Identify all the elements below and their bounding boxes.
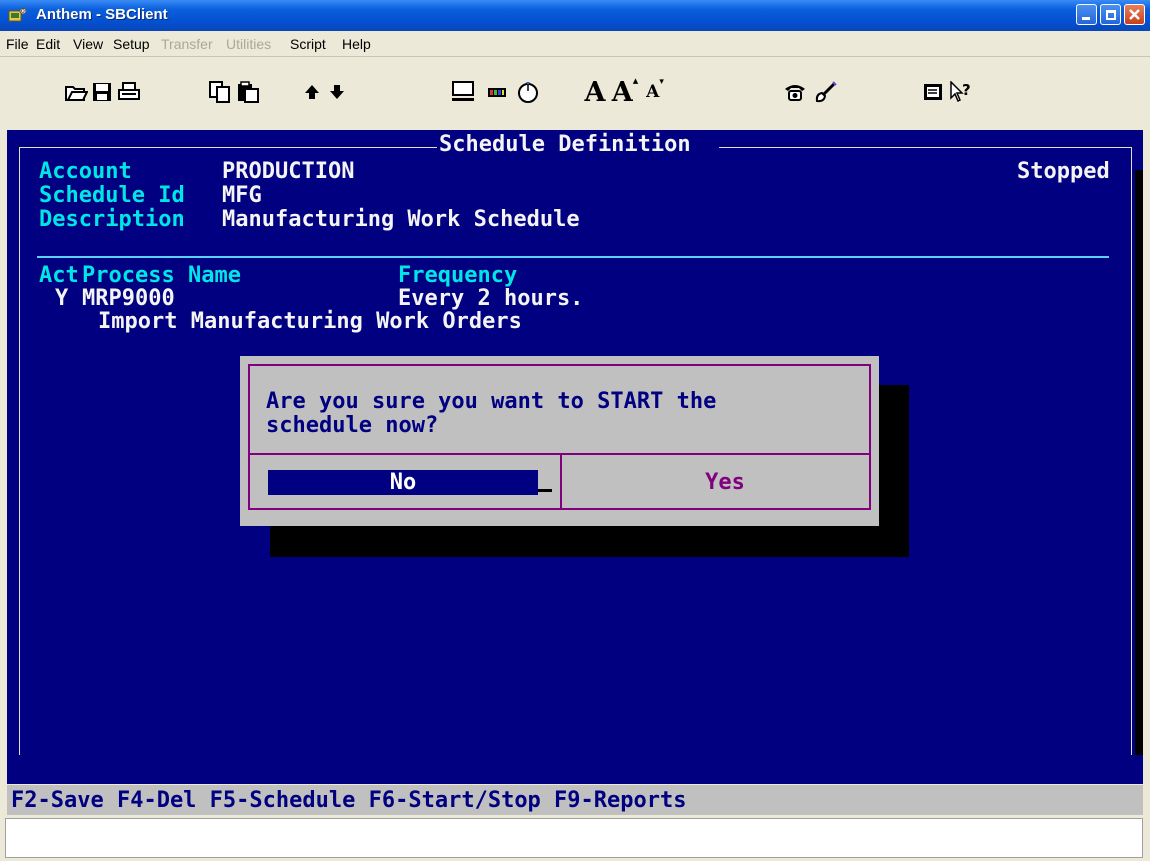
toolbar: A A ▴ A ▾ ?	[0, 57, 1150, 128]
arrow-down-icon[interactable]	[328, 79, 346, 105]
context-help-icon[interactable]: ?	[948, 79, 974, 105]
close-button[interactable]	[1124, 4, 1145, 25]
minimize-button[interactable]	[1076, 4, 1097, 25]
frame-line	[19, 147, 20, 755]
menu-edit[interactable]: Edit	[36, 36, 60, 52]
yes-button[interactable]: Yes	[590, 470, 860, 495]
svg-text:?: ?	[962, 81, 971, 99]
no-button[interactable]: No	[268, 470, 538, 495]
menu-script[interactable]: Script	[290, 36, 326, 52]
frame-line	[1131, 147, 1132, 755]
text-cursor	[538, 489, 552, 492]
col-header-frequency: Frequency	[398, 263, 518, 288]
font-decrease-icon[interactable]: A ▾	[645, 77, 665, 105]
save-disk-icon[interactable]	[91, 79, 113, 105]
close-icon	[1129, 9, 1140, 20]
col-header-act: Act	[39, 263, 79, 288]
color-palette-icon[interactable]	[486, 79, 508, 105]
screen-title: Schedule Definition	[439, 132, 691, 157]
open-folder-icon[interactable]	[63, 79, 89, 105]
schedule-id-value[interactable]: MFG	[222, 184, 262, 208]
account-value[interactable]: PRODUCTION	[222, 160, 354, 184]
terminal-screen-icon[interactable]	[922, 79, 944, 105]
function-key-bar: F2-Save F4-Del F5-Schedule F6-Start/Stop…	[7, 785, 1143, 815]
font-large-icon[interactable]: A	[583, 77, 607, 108]
svg-text:0: 0	[21, 8, 25, 15]
confirm-dialog: Are you sure you want to START the sched…	[240, 356, 879, 526]
schedule-id-label: Schedule Id	[39, 183, 185, 208]
title-bar[interactable]: 0 Anthem - SBClient	[0, 0, 1150, 31]
frame-line	[19, 147, 437, 148]
menu-utilities[interactable]: Utilities	[226, 36, 271, 52]
print-icon[interactable]	[117, 79, 141, 105]
row-process-name[interactable]: MRP9000	[82, 287, 175, 311]
description-value[interactable]: Manufacturing Work Schedule	[222, 208, 580, 232]
font-increase-icon[interactable]: A ▴	[612, 74, 638, 108]
monitor-icon[interactable]	[450, 79, 476, 105]
maximize-button[interactable]	[1100, 4, 1121, 25]
menu-bar: File Edit View Setup Transfer Utilities …	[0, 31, 1150, 57]
row-description: Import Manufacturing Work Orders	[98, 309, 522, 334]
brush-icon[interactable]	[812, 79, 838, 105]
account-label: Account	[39, 159, 132, 184]
menu-file[interactable]: File	[6, 36, 29, 52]
mouse-icon[interactable]	[515, 79, 541, 105]
frame-shadow	[1135, 170, 1143, 755]
function-key-hints[interactable]: F2-Save F4-Del F5-Schedule F6-Start/Stop…	[11, 788, 687, 813]
row-act[interactable]: Y	[55, 287, 68, 311]
divider	[37, 256, 1109, 258]
dialog-button-separator	[560, 453, 562, 510]
window-frame	[0, 128, 7, 861]
menu-transfer[interactable]: Transfer	[161, 36, 213, 52]
terminal-app-icon: 0	[8, 7, 27, 22]
description-label: Description	[39, 207, 185, 232]
terminal-screen[interactable]: Schedule Definition Account PRODUCTION S…	[7, 130, 1143, 784]
col-header-process-name: Process Name	[82, 263, 241, 288]
window-title: Anthem - SBClient	[36, 6, 168, 23]
menu-setup[interactable]: Setup	[113, 36, 150, 52]
menu-help[interactable]: Help	[342, 36, 371, 52]
menu-view[interactable]: View	[73, 36, 103, 52]
copy-icon[interactable]	[208, 79, 232, 105]
status-text: Stopped	[1017, 159, 1110, 184]
frame-line	[719, 147, 1131, 148]
arrow-up-icon[interactable]	[303, 79, 321, 105]
phone-icon[interactable]	[782, 79, 808, 105]
status-bar	[5, 818, 1143, 858]
paste-icon[interactable]	[236, 79, 260, 105]
dialog-message: Are you sure you want to START the sched…	[266, 389, 717, 438]
row-frequency[interactable]: Every 2 hours.	[398, 287, 583, 311]
